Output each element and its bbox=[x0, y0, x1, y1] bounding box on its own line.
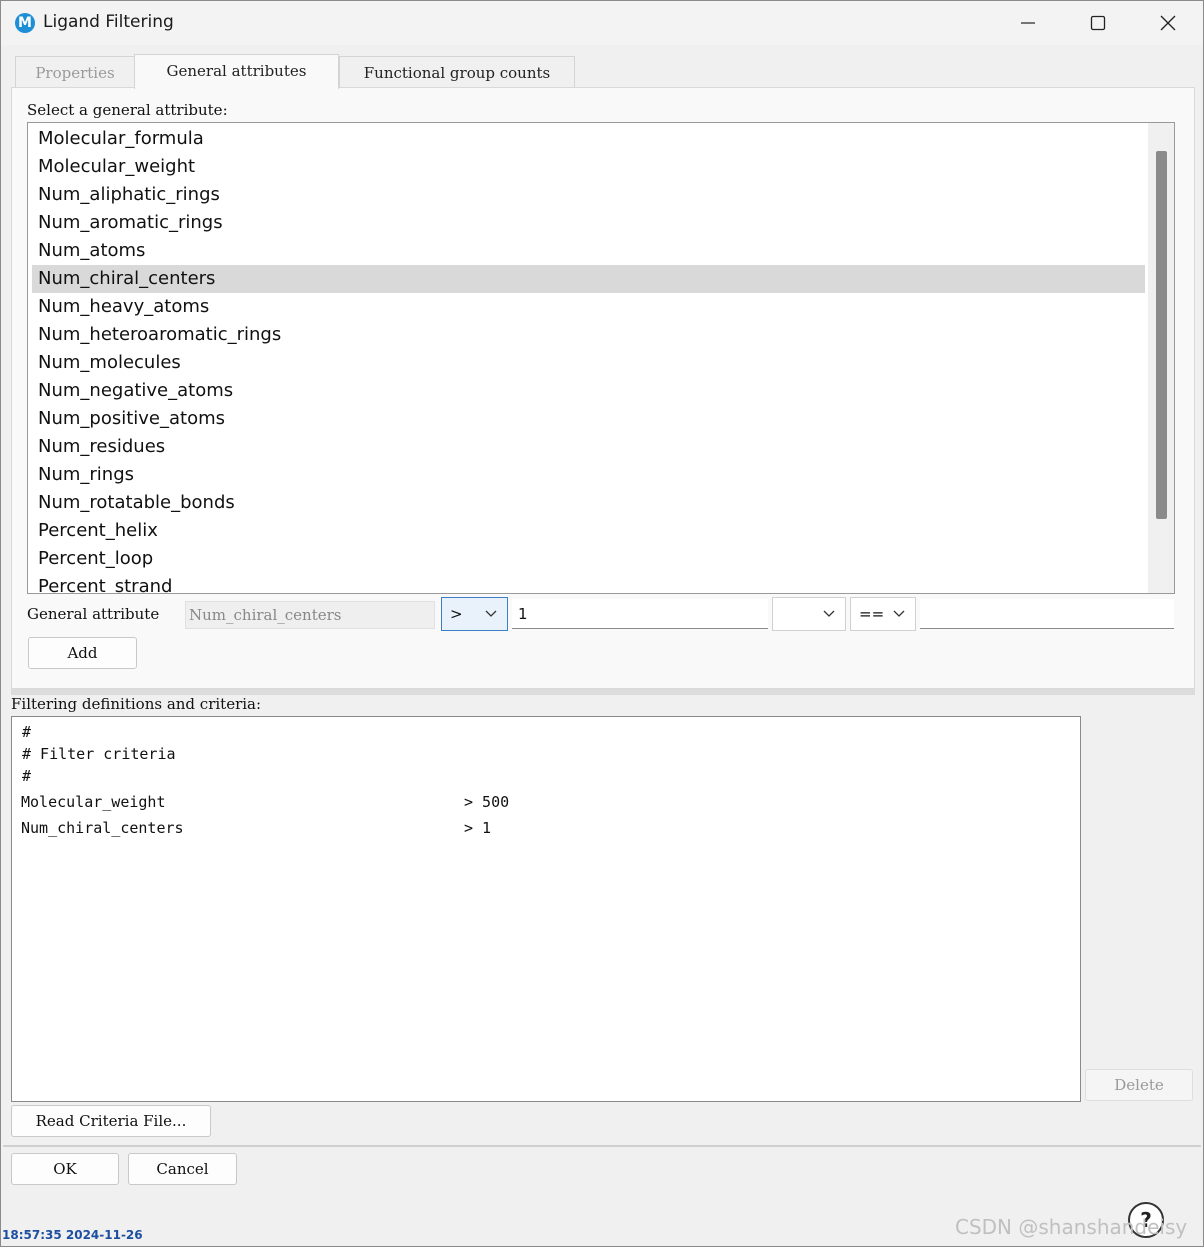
criterion-expression: > 500 bbox=[464, 793, 510, 811]
general-attribute-label: General attribute bbox=[27, 605, 160, 623]
app-logo-icon: M bbox=[15, 13, 35, 33]
attribute-list[interactable]: Molecular_formula Molecular_weight Num_a… bbox=[27, 122, 1175, 594]
attribute-list-scrollbar[interactable] bbox=[1148, 123, 1174, 593]
filtering-definitions-text[interactable]: # # Filter criteria # Molecular_weight >… bbox=[11, 716, 1081, 1102]
criterion-expression: > 1 bbox=[464, 819, 492, 837]
minimize-icon bbox=[1021, 22, 1035, 24]
selected-attribute-field: Num_chiral_centers bbox=[185, 601, 435, 629]
minimize-button[interactable] bbox=[993, 1, 1063, 45]
tab-functional-group-counts[interactable]: Functional group counts bbox=[339, 56, 575, 89]
delete-button[interactable]: Delete bbox=[1085, 1069, 1193, 1101]
list-item[interactable]: Percent_strand bbox=[32, 573, 1145, 593]
title-bar[interactable]: M Ligand Filtering bbox=[1, 1, 1203, 45]
list-item[interactable]: Num_heavy_atoms bbox=[32, 293, 1145, 321]
list-item[interactable]: Num_atoms bbox=[32, 237, 1145, 265]
select-attribute-label: Select a general attribute: bbox=[27, 101, 228, 119]
close-button[interactable] bbox=[1133, 1, 1203, 45]
tab-properties[interactable]: Properties bbox=[15, 56, 135, 89]
scrollbar-thumb[interactable] bbox=[1156, 151, 1167, 519]
list-item[interactable]: Percent_loop bbox=[32, 545, 1145, 573]
list-item[interactable]: Num_rings bbox=[32, 461, 1145, 489]
second-value-input[interactable] bbox=[920, 599, 1174, 629]
list-item[interactable]: Num_aromatic_rings bbox=[32, 209, 1145, 237]
value-input[interactable]: 1 bbox=[512, 599, 768, 629]
window-title: Ligand Filtering bbox=[43, 12, 174, 32]
list-item[interactable]: Num_aliphatic_rings bbox=[32, 181, 1145, 209]
list-item[interactable]: Num_rotatable_bonds bbox=[32, 489, 1145, 517]
footer-divider bbox=[3, 1145, 1201, 1147]
list-item[interactable]: Num_residues bbox=[32, 433, 1145, 461]
criterion-name: Molecular_weight bbox=[21, 793, 166, 811]
add-button[interactable]: Add bbox=[28, 637, 137, 669]
list-item[interactable]: Percent_helix bbox=[32, 517, 1145, 545]
list-item[interactable]: Molecular_formula bbox=[32, 125, 1145, 153]
list-item[interactable]: Num_heteroaromatic_rings bbox=[32, 321, 1145, 349]
comment-line: # bbox=[22, 723, 32, 741]
logical-operator-select[interactable] bbox=[772, 597, 846, 631]
comment-line: # bbox=[22, 767, 32, 785]
close-icon bbox=[1160, 15, 1176, 31]
operator-select[interactable]: > bbox=[441, 597, 508, 631]
ligand-filtering-dialog: M Ligand Filtering Properties General at… bbox=[0, 0, 1204, 1247]
list-item[interactable]: Num_molecules bbox=[32, 349, 1145, 377]
maximize-icon bbox=[1090, 15, 1106, 31]
criterion-name: Num_chiral_centers bbox=[21, 819, 184, 837]
list-item[interactable]: Num_negative_atoms bbox=[32, 377, 1145, 405]
comment-line: # Filter criteria bbox=[22, 745, 176, 763]
list-item-selected[interactable]: Num_chiral_centers bbox=[32, 265, 1145, 293]
list-item[interactable]: Num_positive_atoms bbox=[32, 405, 1145, 433]
second-operator-value: == bbox=[859, 605, 885, 623]
ok-button[interactable]: OK bbox=[11, 1153, 119, 1185]
read-criteria-file-button[interactable]: Read Criteria File... bbox=[11, 1105, 211, 1137]
cancel-button[interactable]: Cancel bbox=[128, 1153, 237, 1185]
chevron-down-icon bbox=[893, 610, 905, 617]
list-item[interactable]: Molecular_weight bbox=[32, 153, 1145, 181]
operator-value: > bbox=[450, 605, 463, 623]
chevron-down-icon bbox=[485, 610, 497, 617]
tab-general-attributes[interactable]: General attributes bbox=[134, 54, 339, 89]
timestamp-overlay: 18:57:35 2024-11-26 bbox=[2, 1228, 143, 1242]
chevron-down-icon bbox=[823, 610, 835, 617]
maximize-button[interactable] bbox=[1063, 1, 1133, 45]
watermark: CSDN @shanshandeisy bbox=[955, 1215, 1188, 1239]
filtering-definitions-label: Filtering definitions and criteria: bbox=[11, 695, 262, 713]
second-operator-select[interactable]: == bbox=[850, 597, 916, 631]
